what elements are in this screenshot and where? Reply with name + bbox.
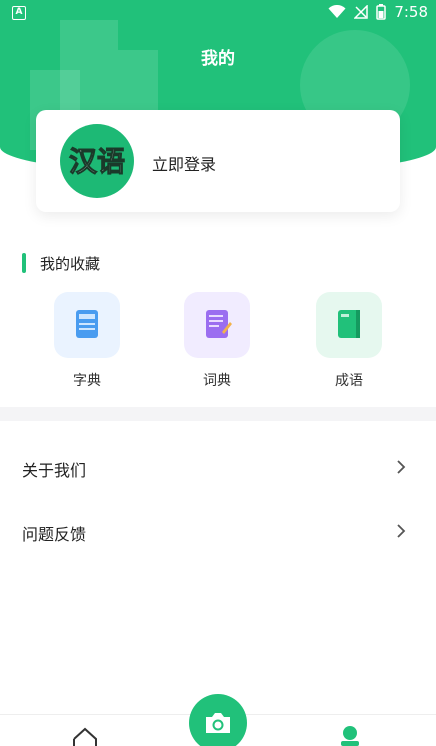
favorites-section-header: 我的收藏: [22, 252, 100, 274]
favorite-tile[interactable]: [54, 292, 120, 358]
camera-button[interactable]: [189, 694, 247, 746]
dictionary-book-icon: [76, 310, 98, 338]
battery-icon: [376, 4, 387, 20]
app-logo-icon: 汉语: [68, 145, 125, 179]
favorite-tile[interactable]: [316, 292, 382, 358]
favorite-label: 字典: [73, 373, 101, 389]
chevron-right-icon: [397, 524, 406, 538]
favorite-tile[interactable]: [184, 292, 250, 358]
menu-item-about[interactable]: 关于我们: [0, 437, 436, 497]
menu-item-feedback[interactable]: 问题反馈: [0, 501, 436, 561]
app-logo-text: 汉语: [69, 145, 125, 178]
favorite-item-word-dictionary[interactable]: 词典: [182, 292, 252, 390]
section-divider: [0, 407, 436, 421]
login-card[interactable]: 汉语 立即登录: [36, 110, 400, 212]
status-bar: A 7:58: [0, 0, 436, 28]
favorite-label: 词典: [203, 373, 231, 389]
chevron-right-icon: [397, 460, 406, 474]
section-title: 我的收藏: [40, 254, 101, 273]
favorite-label: 成语: [335, 373, 363, 389]
word-dictionary-icon: [206, 310, 232, 338]
menu-item-label: 问题反馈: [22, 525, 87, 544]
section-accent-bar: [22, 253, 26, 273]
favorite-item-idiom[interactable]: 成语: [314, 292, 384, 390]
app-logo: 汉语: [60, 124, 134, 198]
idiom-book-icon: [338, 310, 360, 338]
menu-item-label: 关于我们: [22, 461, 87, 480]
home-icon[interactable]: [72, 727, 98, 746]
wifi-icon: [328, 5, 346, 18]
status-icons: 7:58: [328, 3, 428, 21]
login-button[interactable]: 立即登录: [152, 151, 216, 175]
page-title: 我的: [201, 49, 235, 69]
no-signal-icon: [354, 5, 369, 19]
notification-icon: A: [12, 6, 26, 20]
favorite-item-dictionary[interactable]: 字典: [52, 292, 122, 390]
camera-icon: [206, 713, 230, 733]
profile-icon[interactable]: [340, 726, 360, 746]
status-time: 7:58: [394, 3, 428, 21]
